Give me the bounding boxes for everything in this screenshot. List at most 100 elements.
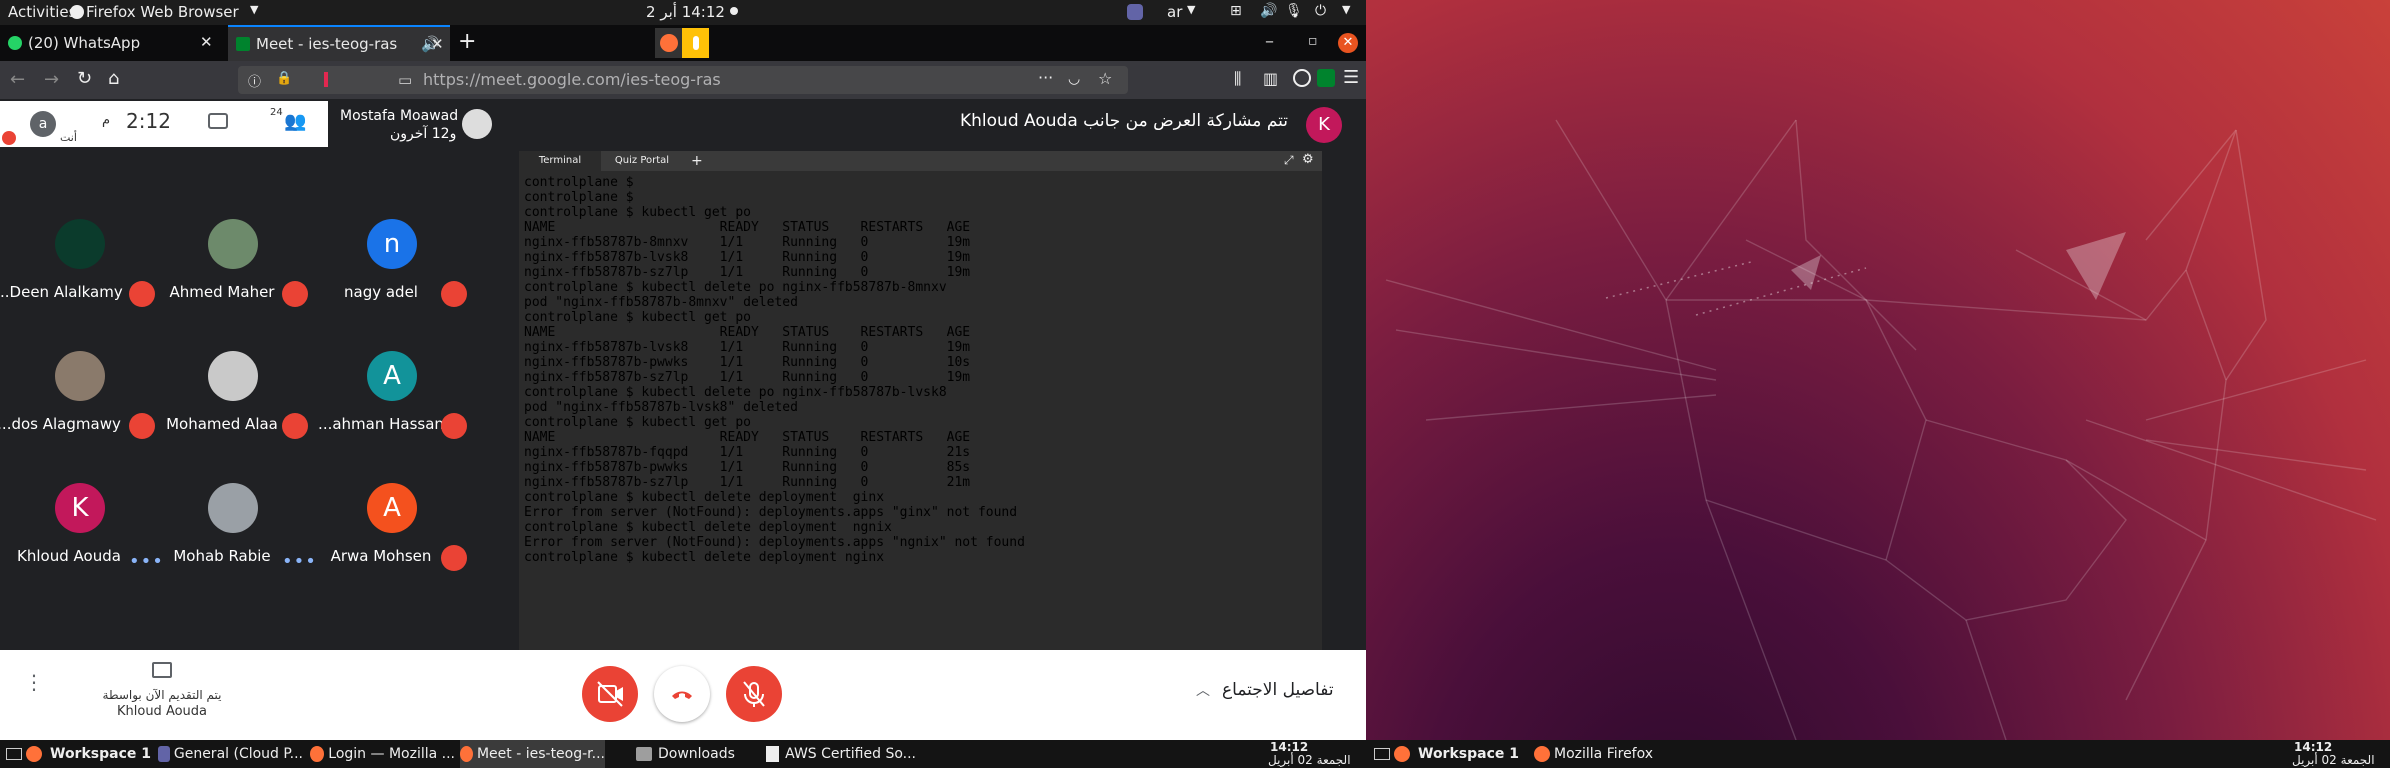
teams-tray-icon[interactable] [1127, 4, 1143, 20]
terminal-line: controlplane $ kubectl delete po nginx-f… [524, 280, 947, 295]
sharing-indicator[interactable] [655, 28, 709, 58]
chevron-down-icon: ▼ [1187, 3, 1196, 16]
close-window-button[interactable]: ✕ [1338, 33, 1358, 53]
participant-tile[interactable]: A ...ahman Hassan [317, 333, 475, 463]
participant-tile[interactable]: Mohamed Alaa [158, 333, 316, 463]
tab-terminal[interactable]: Terminal [519, 151, 601, 171]
meeting-details-button[interactable]: تفاصيل الاجتماع [1222, 680, 1334, 700]
time-suffix: م [102, 113, 111, 128]
tab-title: Meet - ies-teog-ras [256, 35, 398, 53]
chat-icon[interactable] [208, 113, 228, 129]
volume-icon[interactable]: 🔊 [1260, 3, 1277, 19]
taskbar-item[interactable]: Downloads [636, 740, 746, 768]
close-icon[interactable]: ✕ [200, 33, 213, 51]
leave-call-button[interactable] [654, 666, 710, 722]
terminal-text: controlplane $ controlplane $ controlplane… [524, 175, 1317, 565]
participant-tile[interactable]: A Arwa Mohsen [317, 465, 475, 595]
clock-time: 14:12 [1270, 740, 1309, 754]
notification-dot [730, 7, 738, 15]
fullscreen-icon[interactable]: ⤢ [1284, 153, 1294, 168]
app-menu[interactable]: Firefox Web Browser [86, 3, 239, 21]
participant-tile[interactable]: ...dos Alagmawy [0, 333, 163, 463]
terminal-line: pod "nginx-ffb58787b-lvsk8" deleted [524, 400, 798, 415]
mic-toggle-button[interactable] [726, 666, 782, 722]
participant-tile[interactable]: K Khloud Aouda ••• [5, 465, 163, 595]
page-actions-icon[interactable]: ··· [1038, 68, 1053, 87]
clock-time: 14:12 [2294, 740, 2333, 754]
account-icon[interactable] [1293, 69, 1311, 87]
gnome-top-bar: Activities Firefox Web Browser ▼ 14:12 أ… [0, 0, 1366, 25]
tab-whatsapp[interactable]: (20) WhatsApp ✕ [0, 25, 225, 61]
participant-tile[interactable]: Mohab Rabie ••• [158, 465, 316, 595]
workspace-label: Workspace 1 [1418, 746, 1519, 762]
library-icon[interactable]: ⫼ [1234, 69, 1241, 89]
bookmark-star-icon[interactable]: ☆ [1098, 69, 1112, 88]
people-count: 24 [270, 107, 283, 118]
extension-icon[interactable] [1317, 69, 1335, 87]
workspace-label: Workspace 1 [50, 746, 151, 762]
sidebar-icon[interactable]: ▥ [1263, 69, 1278, 88]
desktop-icon [6, 748, 22, 760]
language-indicator[interactable]: ar [1167, 3, 1182, 21]
people-header: a أنت م 2:12 24 👥 [0, 101, 328, 147]
workspace-switcher[interactable]: Workspace 1 [2, 740, 152, 768]
terminal-line: NAME READY STATUS RESTARTS AGE [524, 325, 971, 340]
participant-tile[interactable]: Ahmed Maher [158, 201, 316, 331]
activities-button[interactable]: Activities [8, 3, 76, 21]
avatar [55, 219, 105, 269]
home-button[interactable]: ⌂ [108, 68, 119, 89]
mic-icon[interactable]: 🎙 [1285, 3, 1303, 19]
menu-icon[interactable]: ☰ [1343, 67, 1359, 88]
taskbar-item[interactable]: Login — Mozilla ... [310, 740, 455, 768]
speaker-name: Mostafa Moawad [340, 108, 459, 124]
close-icon[interactable]: ✕ [431, 35, 444, 53]
taskbar-item[interactable]: AWS Certified So... [766, 740, 916, 768]
mic-permission-icon[interactable] [324, 72, 328, 87]
mic-off-icon [441, 413, 467, 439]
avatar [462, 109, 492, 139]
taskbar-item-label: Downloads [658, 746, 735, 762]
forward-button[interactable]: → [44, 69, 59, 90]
chevron-up-icon[interactable]: ︿ [1196, 680, 1210, 700]
participant-name: Khloud Aouda [17, 547, 121, 565]
back-button[interactable]: ← [10, 69, 25, 90]
firefox-icon [310, 746, 325, 762]
terminal-line: controlplane $ kubectl get po [524, 205, 751, 220]
camera-off-icon [597, 681, 623, 707]
taskbar-item-active[interactable]: Meet - ies-teog-r... [460, 740, 605, 768]
workspace-switcher[interactable]: Workspace 1 [1370, 740, 1520, 768]
info-icon[interactable]: ⓘ [248, 71, 261, 90]
network-icon[interactable]: ⊞ [1230, 3, 1242, 19]
taskbar-item[interactable]: General (Cloud P... [158, 740, 303, 768]
tab-meet[interactable]: Meet - ies-teog-ras 🔊 ✕ [228, 25, 450, 61]
mic-off-icon [282, 281, 308, 307]
terminal-line: controlplane $ kubectl delete deployment… [524, 550, 885, 565]
terminal-line: nginx-ffb58787b-fqqpd 1/1 Running 0 21s [524, 445, 971, 460]
restore-button[interactable]: ▫ [1308, 33, 1318, 49]
url-bar[interactable]: ⓘ 🔒 ▭ https://meet.google.com/ies-teog-r… [238, 66, 1128, 94]
participant-tile[interactable]: ...Deen Alalkamy [0, 201, 163, 331]
people-icon[interactable]: 👥 [284, 111, 306, 132]
participant-name: Ahmed Maher [169, 283, 275, 301]
avatar: K [55, 483, 105, 533]
terminal-line: pod "nginx-ffb58787b-8mnxv" deleted [524, 295, 798, 310]
lock-icon[interactable]: 🔒 [276, 71, 292, 86]
minimize-button[interactable]: – [1265, 31, 1274, 52]
gear-icon[interactable]: ⚙ [1302, 152, 1314, 167]
clock[interactable]: 14:12 أبر 2 [646, 3, 725, 21]
camera-toggle-button[interactable] [582, 666, 638, 722]
power-icon[interactable]: ⏻ [1315, 3, 1326, 19]
participant-tile[interactable]: n nagy adel [317, 201, 475, 331]
avatar [208, 219, 258, 269]
more-vert-icon[interactable]: ⋮ [24, 670, 44, 694]
add-tab-button[interactable]: + [691, 151, 703, 171]
taskbar-item[interactable]: Mozilla Firefox [1534, 740, 1684, 768]
terminal-line: controlplane $ kubectl delete deployment… [524, 520, 892, 535]
pocket-icon[interactable]: ◡ [1068, 71, 1080, 87]
permissions-icon[interactable]: ▭ [398, 71, 412, 89]
tab-quiz-portal[interactable]: Quiz Portal [601, 151, 683, 171]
participant-name: Arwa Mohsen [330, 547, 432, 565]
avatar: n [367, 219, 417, 269]
new-tab-button[interactable]: + [458, 29, 476, 54]
reload-button[interactable]: ↻ [77, 68, 92, 89]
